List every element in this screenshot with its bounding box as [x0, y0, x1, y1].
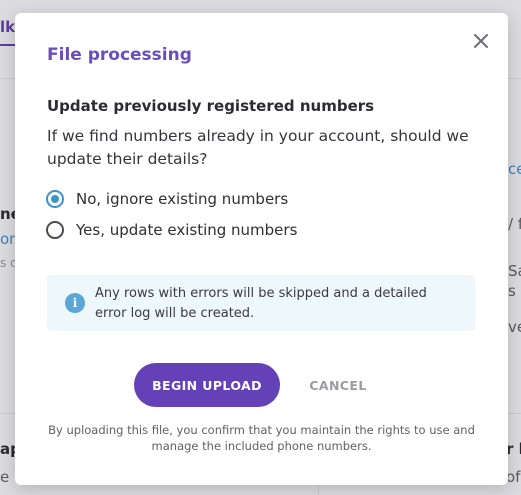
option-update-existing[interactable]: Yes, update existing numbers	[46, 221, 297, 239]
file-processing-dialog: File processing Update previously regist…	[15, 13, 508, 485]
background-text-fragment: ve	[508, 318, 521, 336]
info-icon: i	[65, 293, 85, 313]
background-text-fragment: r l	[506, 440, 521, 458]
begin-upload-button[interactable]: BEGIN UPLOAD	[134, 363, 280, 407]
background-text-fragment: e	[0, 468, 10, 486]
radio-button[interactable]	[46, 221, 64, 239]
background-link-fragment: ce	[508, 160, 521, 178]
background-text-fragment: / f	[508, 215, 521, 233]
option-label: No, ignore existing numbers	[76, 190, 289, 208]
dialog-title: File processing	[47, 45, 192, 65]
background-text-fragment: of	[506, 468, 521, 486]
close-icon	[474, 34, 488, 48]
background-tab-underline	[0, 44, 16, 46]
info-text: Any rows with errors will be skipped and…	[95, 286, 427, 321]
background-text-fragment: s u	[508, 282, 521, 300]
section-heading: Update previously registered numbers	[47, 97, 375, 115]
radio-button-selected[interactable]	[46, 190, 64, 208]
background-text-fragment: Sat	[508, 262, 521, 280]
option-ignore-existing[interactable]: No, ignore existing numbers	[46, 190, 288, 208]
rights-disclaimer: By uploading this file, you confirm that…	[48, 423, 475, 453]
option-label: Yes, update existing numbers	[76, 221, 298, 239]
background-tab-fragment: lk	[0, 18, 16, 36]
cancel-button[interactable]: CANCEL	[293, 363, 383, 407]
update-question: If we find numbers already in your accou…	[47, 127, 469, 168]
info-notice: i Any rows with errors will be skipped a…	[47, 275, 475, 331]
close-button[interactable]	[472, 32, 490, 50]
